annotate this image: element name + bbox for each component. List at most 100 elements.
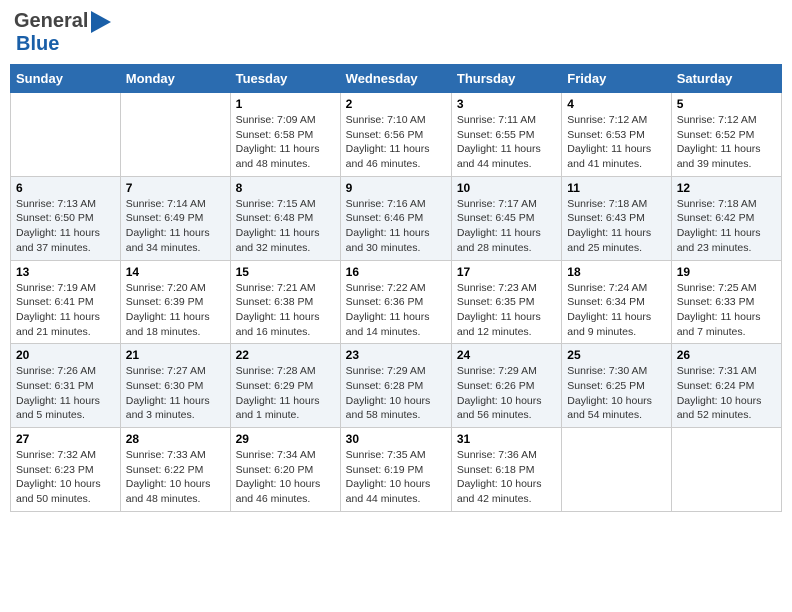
logo-blue-text: Blue: [16, 33, 59, 56]
calendar-cell: 5 Sunrise: 7:12 AMSunset: 6:52 PMDaylight…: [671, 93, 781, 177]
day-number: 14: [126, 265, 225, 279]
day-number: 9: [346, 181, 446, 195]
day-info: Sunrise: 7:32 AMSunset: 6:23 PMDaylight:…: [16, 448, 115, 507]
header: General Blue: [10, 10, 782, 56]
header-wednesday: Wednesday: [340, 65, 451, 93]
day-number: 28: [126, 432, 225, 446]
day-info: Sunrise: 7:10 AMSunset: 6:56 PMDaylight:…: [346, 113, 446, 172]
page-container: General Blue Sunday Monday Tuesday Wedne…: [10, 10, 782, 512]
calendar-cell: 28 Sunrise: 7:33 AMSunset: 6:22 PMDayligh…: [120, 428, 230, 512]
day-info: Sunrise: 7:11 AMSunset: 6:55 PMDaylight:…: [457, 113, 556, 172]
day-number: 20: [16, 348, 115, 362]
day-info: Sunrise: 7:13 AMSunset: 6:50 PMDaylight:…: [16, 197, 115, 256]
calendar-header-row: Sunday Monday Tuesday Wednesday Thursday…: [11, 65, 782, 93]
day-number: 27: [16, 432, 115, 446]
calendar-cell: 9 Sunrise: 7:16 AMSunset: 6:46 PMDaylight…: [340, 176, 451, 260]
day-number: 8: [236, 181, 335, 195]
day-info: Sunrise: 7:18 AMSunset: 6:43 PMDaylight:…: [567, 197, 665, 256]
calendar-cell: 18Sunrise: 7:24 AMSunset: 6:34 PMDayligh…: [562, 260, 671, 344]
calendar-week-row: 6 Sunrise: 7:13 AMSunset: 6:50 PMDaylight…: [11, 176, 782, 260]
day-number: 25: [567, 348, 665, 362]
day-number: 2: [346, 97, 446, 111]
day-number: 5: [677, 97, 776, 111]
header-thursday: Thursday: [451, 65, 561, 93]
calendar-cell: 26Sunrise: 7:31 AMSunset: 6:24 PMDayligh…: [671, 344, 781, 428]
calendar-week-row: 1Sunrise: 7:09 AMSunset: 6:58 PMDaylight…: [11, 93, 782, 177]
day-info: Sunrise: 7:18 AMSunset: 6:42 PMDaylight:…: [677, 197, 776, 256]
day-number: 17: [457, 265, 556, 279]
calendar-cell: 3Sunrise: 7:11 AMSunset: 6:55 PMDaylight…: [451, 93, 561, 177]
calendar-cell: 11 Sunrise: 7:18 AMSunset: 6:43 PMDayligh…: [562, 176, 671, 260]
calendar-cell: 14 Sunrise: 7:20 AMSunset: 6:39 PMDayligh…: [120, 260, 230, 344]
day-number: 6: [16, 181, 115, 195]
day-info: Sunrise: 7:21 AMSunset: 6:38 PMDaylight:…: [236, 281, 335, 340]
day-number: 29: [236, 432, 335, 446]
calendar-cell: 23Sunrise: 7:29 AMSunset: 6:28 PMDayligh…: [340, 344, 451, 428]
day-number: 24: [457, 348, 556, 362]
calendar-cell: 17 Sunrise: 7:23 AMSunset: 6:35 PMDayligh…: [451, 260, 561, 344]
header-tuesday: Tuesday: [230, 65, 340, 93]
calendar-cell: 30Sunrise: 7:35 AMSunset: 6:19 PMDayligh…: [340, 428, 451, 512]
day-number: 4: [567, 97, 665, 111]
logo: General Blue: [14, 10, 111, 56]
calendar-cell: [120, 93, 230, 177]
calendar-table: Sunday Monday Tuesday Wednesday Thursday…: [10, 64, 782, 512]
calendar-cell: 27 Sunrise: 7:32 AMSunset: 6:23 PMDayligh…: [11, 428, 121, 512]
day-number: 15: [236, 265, 335, 279]
calendar-cell: 25Sunrise: 7:30 AMSunset: 6:25 PMDayligh…: [562, 344, 671, 428]
day-number: 16: [346, 265, 446, 279]
day-info: Sunrise: 7:29 AMSunset: 6:26 PMDaylight:…: [457, 364, 556, 423]
day-info: Sunrise: 7:27 AMSunset: 6:30 PMDaylight:…: [126, 364, 225, 423]
day-info: Sunrise: 7:16 AMSunset: 6:46 PMDaylight:…: [346, 197, 446, 256]
logo-general-text: General: [14, 10, 88, 33]
day-info: Sunrise: 7:22 AMSunset: 6:36 PMDaylight:…: [346, 281, 446, 340]
calendar-cell: 24 Sunrise: 7:29 AMSunset: 6:26 PMDayligh…: [451, 344, 561, 428]
calendar-cell: 29 Sunrise: 7:34 AMSunset: 6:20 PMDayligh…: [230, 428, 340, 512]
day-info: Sunrise: 7:29 AMSunset: 6:28 PMDaylight:…: [346, 364, 446, 423]
day-number: 7: [126, 181, 225, 195]
calendar-cell: 12 Sunrise: 7:18 AMSunset: 6:42 PMDayligh…: [671, 176, 781, 260]
calendar-cell: 20 Sunrise: 7:26 AMSunset: 6:31 PMDayligh…: [11, 344, 121, 428]
calendar-cell: 10 Sunrise: 7:17 AMSunset: 6:45 PMDayligh…: [451, 176, 561, 260]
day-info: Sunrise: 7:23 AMSunset: 6:35 PMDaylight:…: [457, 281, 556, 340]
day-number: 12: [677, 181, 776, 195]
day-info: Sunrise: 7:28 AMSunset: 6:29 PMDaylight:…: [236, 364, 335, 423]
day-number: 22: [236, 348, 335, 362]
day-info: Sunrise: 7:26 AMSunset: 6:31 PMDaylight:…: [16, 364, 115, 423]
day-info: Sunrise: 7:25 AMSunset: 6:33 PMDaylight:…: [677, 281, 776, 340]
day-info: Sunrise: 7:12 AMSunset: 6:52 PMDaylight:…: [677, 113, 776, 172]
calendar-cell: 21 Sunrise: 7:27 AMSunset: 6:30 PMDayligh…: [120, 344, 230, 428]
calendar-cell: 6 Sunrise: 7:13 AMSunset: 6:50 PMDaylight…: [11, 176, 121, 260]
day-info: Sunrise: 7:12 AMSunset: 6:53 PMDaylight:…: [567, 113, 665, 172]
calendar-week-row: 27 Sunrise: 7:32 AMSunset: 6:23 PMDayligh…: [11, 428, 782, 512]
calendar-week-row: 20 Sunrise: 7:26 AMSunset: 6:31 PMDayligh…: [11, 344, 782, 428]
calendar-cell: 7 Sunrise: 7:14 AMSunset: 6:49 PMDaylight…: [120, 176, 230, 260]
header-saturday: Saturday: [671, 65, 781, 93]
calendar-cell: 8 Sunrise: 7:15 AMSunset: 6:48 PMDaylight…: [230, 176, 340, 260]
day-info: Sunrise: 7:17 AMSunset: 6:45 PMDaylight:…: [457, 197, 556, 256]
calendar-cell: 15 Sunrise: 7:21 AMSunset: 6:38 PMDayligh…: [230, 260, 340, 344]
day-number: 11: [567, 181, 665, 195]
day-number: 19: [677, 265, 776, 279]
day-number: 10: [457, 181, 556, 195]
day-info: Sunrise: 7:19 AMSunset: 6:41 PMDaylight:…: [16, 281, 115, 340]
calendar-cell: 2 Sunrise: 7:10 AMSunset: 6:56 PMDaylight…: [340, 93, 451, 177]
day-info: Sunrise: 7:15 AMSunset: 6:48 PMDaylight:…: [236, 197, 335, 256]
day-info: Sunrise: 7:20 AMSunset: 6:39 PMDaylight:…: [126, 281, 225, 340]
day-info: Sunrise: 7:34 AMSunset: 6:20 PMDaylight:…: [236, 448, 335, 507]
day-number: 21: [126, 348, 225, 362]
header-monday: Monday: [120, 65, 230, 93]
day-number: 26: [677, 348, 776, 362]
header-sunday: Sunday: [11, 65, 121, 93]
calendar-cell: [671, 428, 781, 512]
calendar-week-row: 13 Sunrise: 7:19 AMSunset: 6:41 PMDayligh…: [11, 260, 782, 344]
calendar-cell: 19 Sunrise: 7:25 AMSunset: 6:33 PMDayligh…: [671, 260, 781, 344]
day-number: 1: [236, 97, 335, 111]
day-number: 31: [457, 432, 556, 446]
calendar-cell: 1Sunrise: 7:09 AMSunset: 6:58 PMDaylight…: [230, 93, 340, 177]
day-number: 13: [16, 265, 115, 279]
calendar-cell: 22 Sunrise: 7:28 AMSunset: 6:29 PMDayligh…: [230, 344, 340, 428]
day-info: Sunrise: 7:33 AMSunset: 6:22 PMDaylight:…: [126, 448, 225, 507]
day-info: Sunrise: 7:14 AMSunset: 6:49 PMDaylight:…: [126, 197, 225, 256]
calendar-cell: 13 Sunrise: 7:19 AMSunset: 6:41 PMDayligh…: [11, 260, 121, 344]
